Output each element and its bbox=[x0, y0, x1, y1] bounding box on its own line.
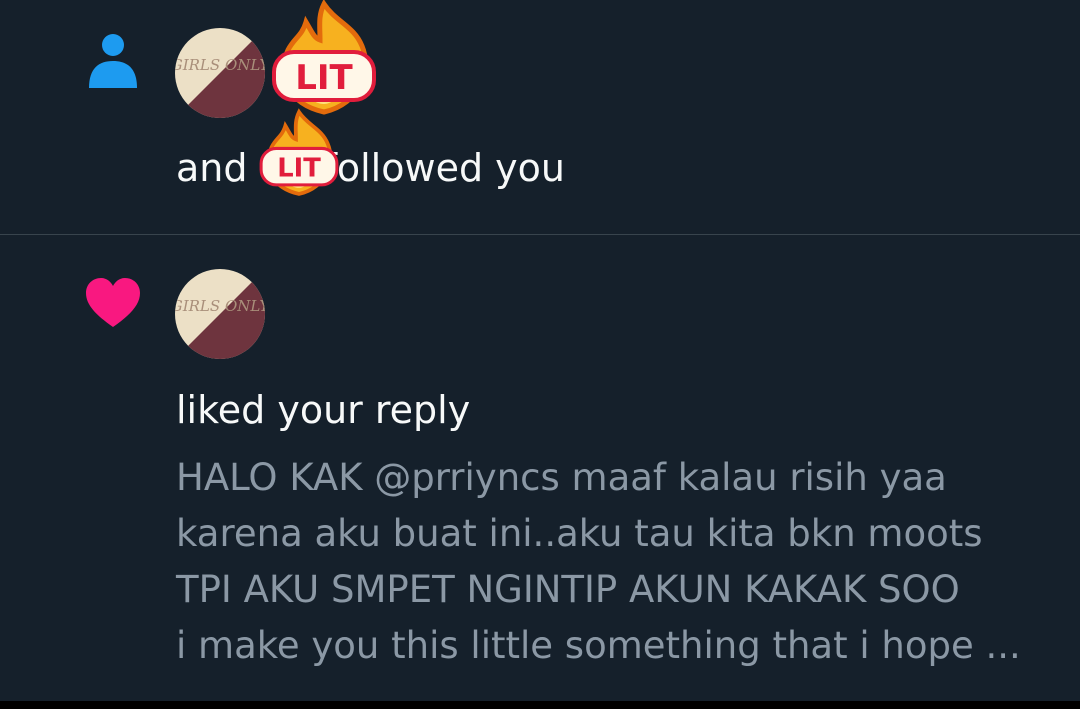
like-text[interactable]: liked your reply bbox=[176, 386, 470, 434]
follow-text-after: followed you bbox=[323, 146, 565, 190]
avatar-label: GIRLS ONLY bbox=[175, 56, 265, 74]
person-icon bbox=[84, 30, 142, 88]
follow-notification[interactable]: GIRLS ONLY LIT and followed you LIT bbox=[0, 0, 1080, 234]
fire-sticker: LIT bbox=[262, 0, 386, 116]
sticker-text: LIT bbox=[277, 154, 321, 184]
bottom-edge bbox=[0, 701, 1080, 709]
preview-line: HALO KAK @prriyncs maaf kalau risih yaa bbox=[176, 456, 947, 499]
notifications-page: GIRLS ONLY LIT and followed you LIT GIRL… bbox=[0, 0, 1080, 709]
preview-line: karena aku buat ini..aku tau kita bkn mo… bbox=[176, 512, 983, 555]
avatar-label: GIRLS ONLY bbox=[175, 297, 265, 315]
heart-icon bbox=[84, 275, 142, 333]
follow-text-before: and bbox=[176, 146, 248, 190]
preview-line: TPI AKU SMPET NGINTIP AKUN KAKAK SOO bbox=[176, 568, 960, 611]
notification-divider bbox=[0, 234, 1080, 235]
follow-text[interactable]: and followed you bbox=[176, 144, 565, 192]
avatar[interactable]: GIRLS ONLY bbox=[175, 269, 265, 359]
reply-preview[interactable]: HALO KAK @prriyncs maaf kalau risih yaa … bbox=[176, 450, 1056, 674]
sticker-text: LIT bbox=[295, 58, 353, 98]
preview-line: i make you this little something that i … bbox=[176, 624, 1021, 667]
fire-sticker: LIT bbox=[252, 108, 346, 198]
avatar[interactable]: GIRLS ONLY bbox=[175, 28, 265, 118]
